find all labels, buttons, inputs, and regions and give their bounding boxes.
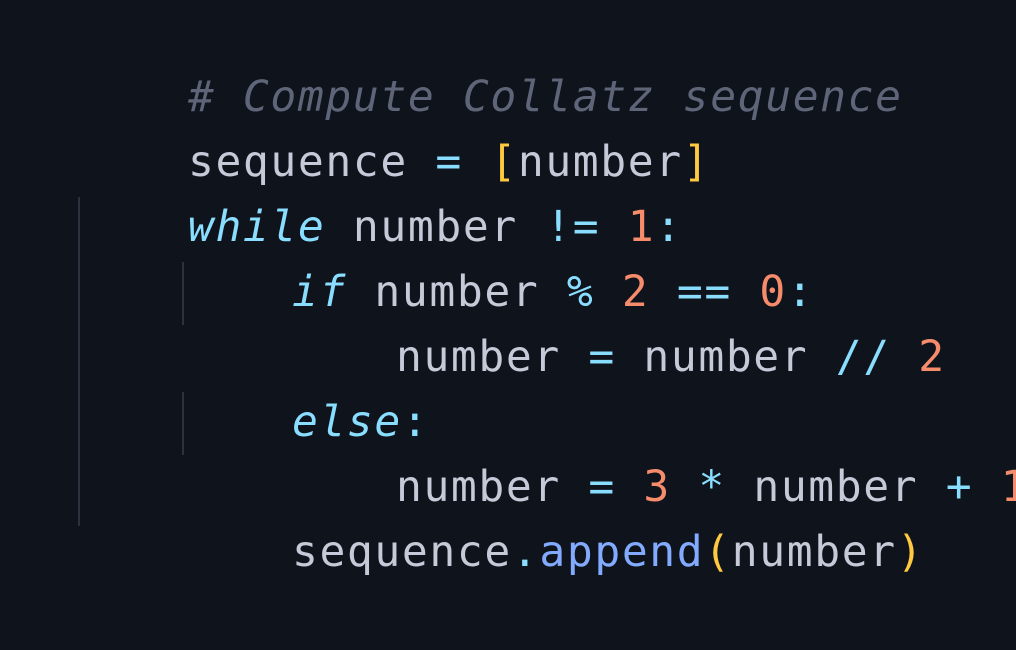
code-line-8[interactable]: sequence.append(number) [182, 455, 924, 577]
code-line-3[interactable]: while number != 1: [78, 130, 683, 252]
identifier-token: sequence [291, 527, 512, 577]
function-token: append [539, 527, 705, 577]
code-editor[interactable]: # Compute Collatz sequence sequence = [n… [0, 0, 1016, 577]
number-token: 2 [918, 332, 946, 382]
operator-token: . [511, 527, 540, 577]
code-line-1[interactable]: # Compute Collatz sequence [78, 0, 903, 122]
number-token: 1 [1000, 462, 1016, 512]
bracket-token: ] [682, 137, 711, 187]
code-line-5[interactable]: number = number // 2 [286, 260, 946, 382]
operator-token: // [808, 332, 919, 382]
code-line-2[interactable]: sequence = [number] [78, 65, 710, 187]
bracket-token: ) [896, 527, 925, 577]
operator-token: = [560, 332, 644, 382]
operator-token: + [918, 462, 1001, 512]
identifier-token: number [643, 332, 809, 382]
code-line-7[interactable]: number = 3 * number + 1 [286, 390, 1016, 512]
identifier-token: number [731, 527, 897, 577]
bracket-token: ( [704, 527, 732, 577]
code-line-4[interactable]: if number % 2 == 0: [182, 195, 814, 317]
code-line-6[interactable]: else: [182, 325, 429, 447]
